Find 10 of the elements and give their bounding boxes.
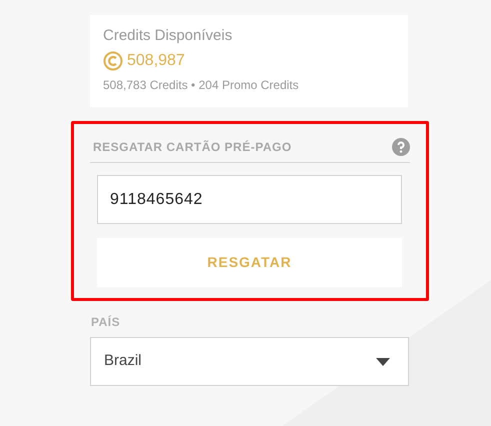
section-heading: RESGATAR CARTÃO PRÉ-PAGO [93,139,292,156]
code-input[interactable]: 9118465642 [97,175,402,224]
credit-total: 508,987 [127,51,185,71]
dropdown-caret-icon [376,358,390,366]
coin-icon [103,51,123,71]
card-title: Credits Disponíveis [103,27,232,45]
help-icon[interactable] [392,138,410,156]
country-select[interactable]: Brazil [90,337,409,386]
credit-breakdown: 508,783 Credits • 204 Promo Credits [103,77,299,94]
country-label: PAÍS [91,314,120,331]
